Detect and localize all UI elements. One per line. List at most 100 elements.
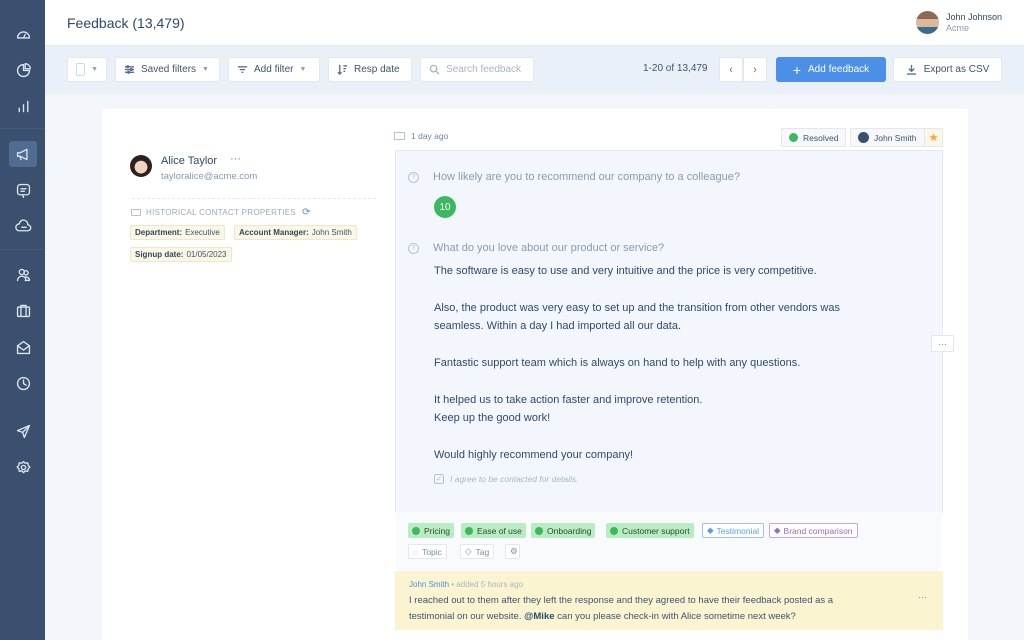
sidebar-item-dashboard[interactable] — [9, 21, 37, 47]
note-text-line: testimonial on our website. @Mike can yo… — [409, 611, 796, 622]
tag-icon: ◆ — [774, 525, 781, 535]
question-text: What do you love about our product or se… — [433, 242, 665, 254]
sidebar-item-accounts[interactable] — [9, 297, 37, 323]
next-page-button[interactable]: › — [743, 57, 767, 82]
question-1: ? How likely are you to recommend our com… — [408, 171, 740, 183]
note-author-name[interactable]: John Smith — [409, 580, 449, 589]
user-avatar — [915, 11, 939, 34]
response-more-button[interactable]: ··· — [931, 335, 954, 352]
topic-label: Ease of use — [477, 525, 522, 536]
briefcase-icon — [16, 304, 30, 317]
pie-chart-icon — [16, 62, 31, 77]
export-csv-button[interactable]: Export as CSV — [893, 57, 1002, 82]
contact-more-button[interactable]: ··· — [230, 153, 241, 165]
answer-line: It helped us to take action faster and i… — [434, 394, 703, 406]
property-signup-date: Signup date: 01/05/2023 — [130, 247, 232, 262]
response-meta: 1 day ago — [394, 131, 448, 141]
sidebar-item-integrations[interactable] — [9, 213, 37, 239]
sidebar-item-feedback[interactable] — [9, 141, 37, 167]
sidebar-item-analytics[interactable] — [9, 93, 37, 119]
answer-line: Would highly recommend your company! — [434, 449, 634, 461]
topic-tag[interactable]: Customer support — [606, 523, 694, 538]
add-filter-button[interactable]: Add filter ▼ — [228, 57, 320, 82]
add-tag-label: Tag — [475, 546, 490, 557]
topic-label: Customer support — [622, 525, 690, 536]
tag-label: Brand comparison — [783, 525, 853, 536]
consent-checkbox[interactable]: ✓ — [434, 474, 444, 484]
saved-filters-button[interactable]: Saved filters ▼ — [115, 57, 220, 82]
add-topic-button[interactable]: ◌ Topic — [408, 544, 447, 559]
add-tag-button[interactable]: ◇ Tag — [460, 544, 495, 559]
property-value: John Smith — [311, 228, 352, 237]
question-text: How likely are you to recommend our comp… — [433, 171, 740, 183]
add-feedback-label: Add feedback — [808, 64, 870, 75]
search-input[interactable]: Search feedback — [420, 57, 534, 82]
smile-icon — [412, 526, 420, 535]
toolbar: ▼ Saved filters ▼ Add filter ▼ Resp date S… — [45, 46, 1024, 94]
response-time: 1 day ago — [411, 131, 449, 141]
mention[interactable]: @Mike — [524, 611, 554, 622]
question-icon: ? — [408, 242, 419, 254]
assignee-badge[interactable]: John Smith — [850, 128, 925, 147]
chat-icon — [16, 183, 30, 198]
refresh-icon[interactable]: ⟳ — [302, 207, 311, 218]
sort-label: Resp date — [354, 64, 400, 75]
assignee-avatar — [858, 132, 869, 143]
select-all-checkbox[interactable]: ▼ — [67, 57, 107, 82]
note-more-button[interactable]: ··· — [918, 592, 927, 602]
sidebar-divider — [0, 128, 45, 129]
checkbox[interactable] — [76, 63, 86, 76]
gear-icon: ⚙ — [510, 546, 518, 556]
user-menu[interactable]: John Johnson Acme — [915, 11, 1002, 34]
sidebar-item-send[interactable] — [9, 418, 37, 444]
sliders-icon — [124, 65, 135, 74]
export-label: Export as CSV — [923, 64, 990, 75]
sidebar-item-reports[interactable] — [9, 57, 37, 83]
check-circle-icon — [789, 133, 798, 142]
answer-line: Keep up the good work! — [434, 412, 551, 424]
add-feedback-button[interactable]: + Add feedback — [776, 57, 886, 82]
saved-filters-label: Saved filters — [141, 64, 197, 75]
consent-text: I agree to be contacted for details. — [450, 474, 579, 484]
top-bar: Feedback (13,479) John Johnson Acme — [45, 0, 1024, 46]
tag-bar — [396, 512, 942, 570]
note-author: John Smith • added 5 hours ago — [409, 580, 523, 589]
envelope-open-icon — [16, 340, 30, 354]
user-name: John Johnson — [945, 12, 1002, 22]
bar-chart-icon — [18, 100, 28, 112]
topic-tag[interactable]: Pricing — [408, 523, 454, 538]
property-value: Executive — [185, 228, 220, 237]
sort-icon — [337, 64, 348, 75]
contact-name[interactable]: Alice Taylor — [161, 155, 217, 167]
settings-tag-button[interactable]: ⚙ — [505, 544, 520, 559]
add-filter-label: Add filter — [254, 64, 294, 75]
sidebar-item-settings[interactable] — [9, 454, 37, 480]
contact-avatar — [130, 155, 152, 177]
status-badge[interactable]: Resolved — [781, 128, 847, 147]
chevron-down-icon: ▼ — [202, 66, 209, 73]
sort-button[interactable]: Resp date — [328, 57, 412, 82]
question-2: ? What do you love about our product or s… — [408, 242, 664, 254]
answer-line: The software is easy to use and very int… — [434, 265, 817, 277]
tag-brand-comparison[interactable]: ◆ Brand comparison — [769, 523, 858, 538]
prev-page-button[interactable]: ‹ — [719, 57, 743, 82]
topic-tag[interactable]: Onboarding — [531, 523, 596, 538]
users-icon — [16, 268, 30, 281]
tag-testimonial[interactable]: ◆ Testimonial — [702, 523, 765, 538]
sidebar-item-messages[interactable] — [9, 177, 37, 203]
contact-email[interactable]: tayloralice@acme.com — [161, 171, 257, 182]
topic-icon: ◌ — [413, 546, 419, 557]
smile-icon — [610, 526, 618, 535]
star-icon[interactable]: ★ — [924, 128, 943, 147]
property-account-manager: Account Manager: John Smith — [234, 225, 357, 240]
sidebar-item-history[interactable] — [9, 370, 37, 396]
sidebar-item-contacts[interactable] — [9, 261, 37, 287]
download-icon — [906, 64, 916, 75]
nps-score-badge: 10 — [434, 196, 456, 218]
sidebar-item-inbox[interactable] — [9, 334, 37, 360]
answer-line: seamless. Within a day I had imported al… — [434, 320, 682, 332]
filter-icon — [237, 66, 248, 73]
topic-tag[interactable]: Ease of use — [461, 523, 526, 538]
user-org: Acme — [945, 23, 969, 33]
consent-row: ✓ I agree to be contacted for details. — [434, 474, 579, 484]
